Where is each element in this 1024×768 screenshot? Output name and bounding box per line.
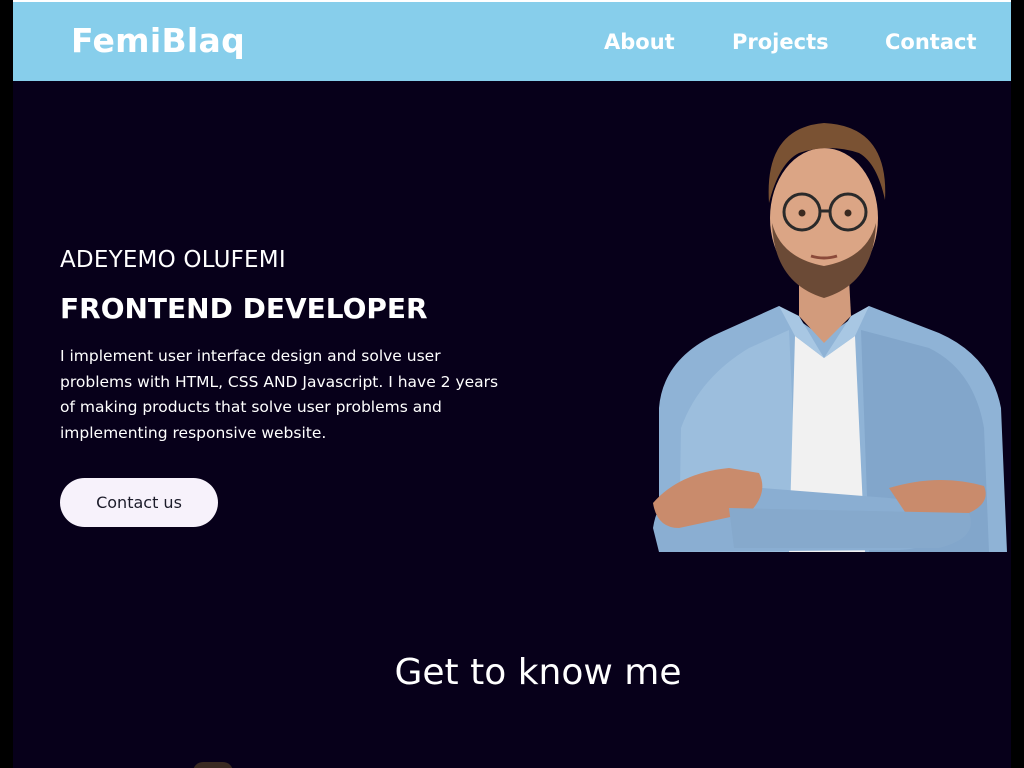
developer-portrait-image [653,123,1007,552]
hero-role-title: FRONTEND DEVELOPER [60,292,428,325]
brand-logo[interactable]: FemiBlaq [71,21,245,60]
hero-name: ADEYEMO OLUFEMI [60,247,286,273]
get-to-know-me-heading: Get to know me [394,652,682,693]
nav-projects-link[interactable]: Projects [732,30,829,54]
nav-about-link[interactable]: About [604,30,675,54]
hero-description: I implement user interface design and so… [60,347,499,443]
contact-us-button[interactable]: Contact us [60,478,218,527]
next-section-photo-edge [193,762,233,768]
nav-contact-link[interactable]: Contact [885,30,977,54]
page-frame: FemiBlaq About Projects Contact ADEYEMO … [13,0,1011,768]
top-navbar: FemiBlaq About Projects Contact [13,0,1011,81]
